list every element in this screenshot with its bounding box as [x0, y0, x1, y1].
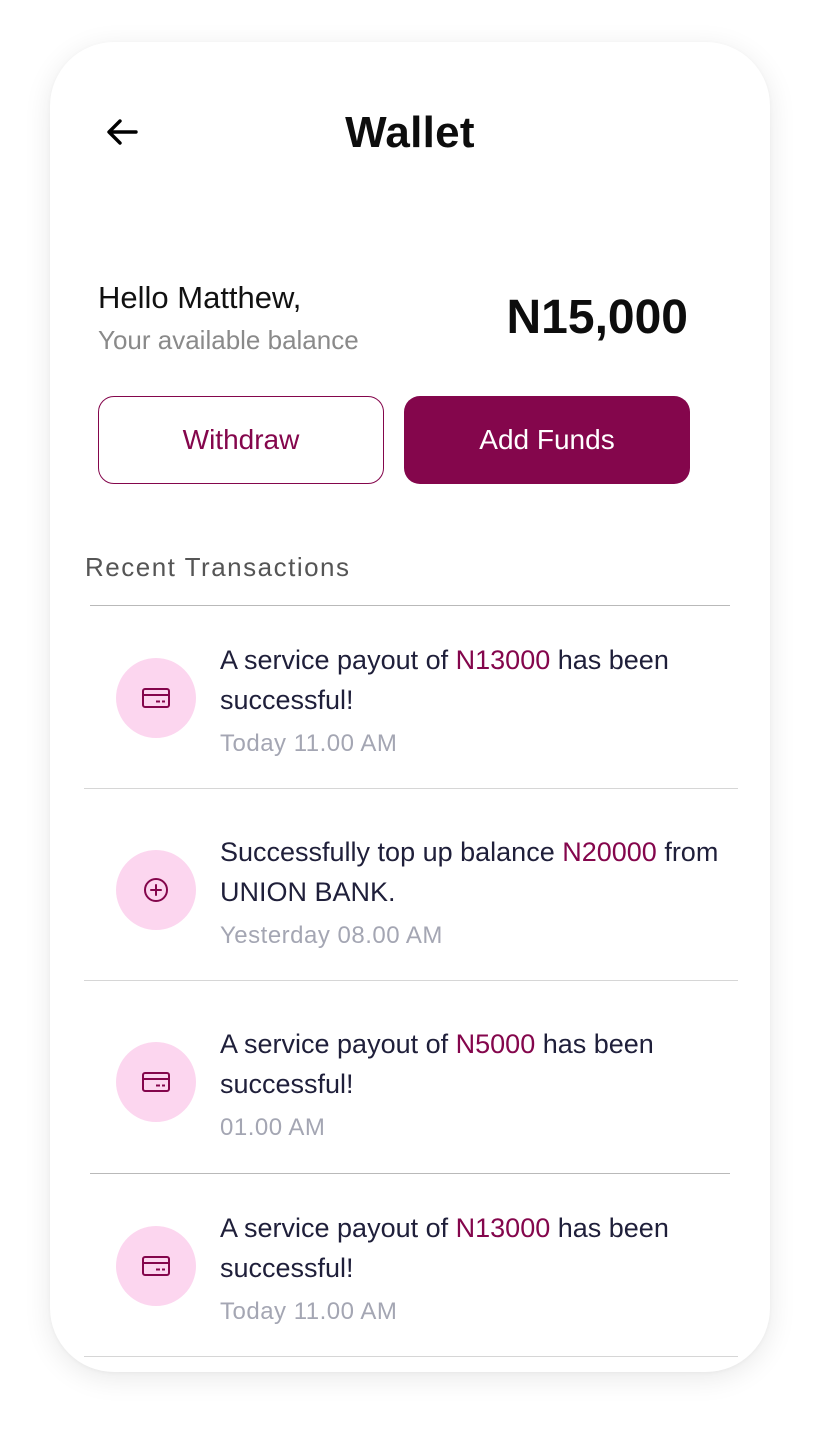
balance-amount: N15,000	[506, 291, 688, 344]
transaction-item[interactable]: A service payout of N5000 has been succe…	[50, 990, 770, 1182]
transaction-message: Successfully top up balance N20000 from …	[220, 837, 719, 907]
transaction-time: 01.00 AM	[220, 1114, 326, 1141]
card-icon	[116, 1042, 196, 1122]
transaction-time: Today 11.00 AM	[220, 1298, 398, 1325]
transaction-time: Yesterday 08.00 AM	[220, 922, 443, 949]
wallet-screen: Wallet Hello Matthew, Your available bal…	[50, 42, 770, 1372]
transaction-item[interactable]: A service payout of N13000 has been succ…	[50, 606, 770, 798]
transaction-item[interactable]: A service payout of N13000 has been succ…	[50, 1174, 770, 1366]
divider	[84, 788, 738, 789]
transaction-message: A service payout of N13000 has been succ…	[220, 1213, 669, 1283]
balance-label: Your available balance	[98, 325, 359, 355]
transaction-amount: N13000	[455, 645, 551, 675]
greeting-text: Hello Matthew,	[98, 280, 302, 315]
transaction-amount: N13000	[455, 1213, 551, 1243]
recent-transactions-heading: Recent Transactions	[85, 552, 351, 582]
plus-circle-icon	[116, 850, 196, 930]
transaction-time: Today 11.00 AM	[220, 730, 398, 757]
card-icon	[116, 658, 196, 738]
add-funds-button[interactable]: Add Funds	[404, 396, 690, 484]
transaction-amount: N20000	[562, 837, 657, 867]
transaction-amount: N5000	[455, 1029, 536, 1059]
card-icon	[116, 1226, 196, 1306]
page-title: Wallet	[345, 108, 475, 157]
divider	[84, 1356, 738, 1357]
transaction-message: A service payout of N13000 has been succ…	[220, 645, 669, 715]
transaction-message: A service payout of N5000 has been succe…	[220, 1029, 654, 1099]
divider	[84, 980, 738, 981]
withdraw-button[interactable]: Withdraw	[98, 396, 384, 484]
transaction-item[interactable]: Successfully top up balance N20000 from …	[50, 798, 770, 990]
